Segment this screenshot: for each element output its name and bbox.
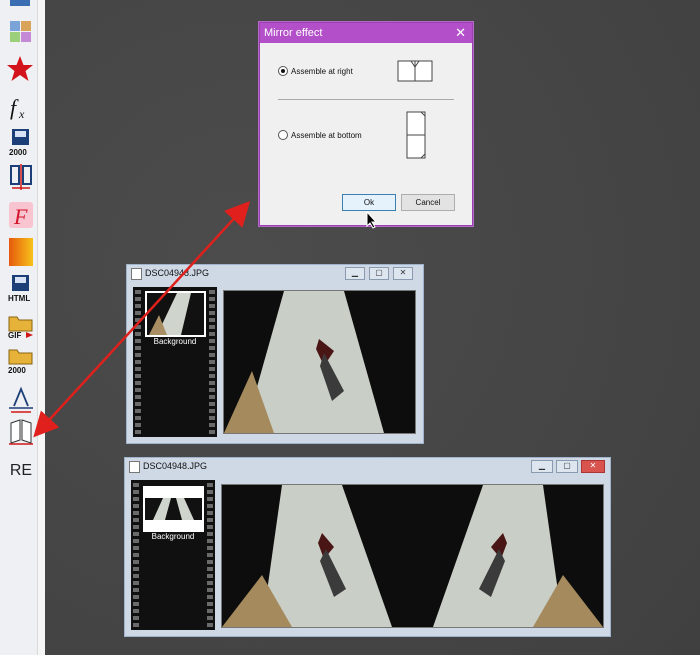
perspective-icon[interactable]: [6, 386, 36, 414]
svg-text:f: f: [10, 95, 19, 120]
maximize-button[interactable]: ▢: [369, 267, 389, 280]
layers-filmstrip: Background: [133, 287, 217, 437]
function-icon[interactable]: fx: [6, 93, 36, 121]
grid-icon[interactable]: [6, 19, 36, 47]
save-2000-icon[interactable]: 2000: [6, 128, 36, 156]
minimize-button[interactable]: ▁: [531, 460, 553, 473]
image-window-original: DSC04948.JPG ▁ ▢ ✕ Background: [126, 264, 424, 444]
image-canvas[interactable]: [223, 290, 416, 434]
cancel-button[interactable]: Cancel: [401, 194, 455, 211]
left-toolbar: fx 2000 F HTML GIF 2000 RE: [0, 0, 45, 655]
mirror-effect-dialog: Mirror effect ✕ Assemble at right Assemb…: [259, 22, 473, 226]
film-perforation: [133, 480, 139, 630]
dialog-title: Mirror effect: [264, 27, 323, 39]
save-html-icon[interactable]: HTML: [6, 274, 36, 302]
layer-thumbnail[interactable]: [143, 486, 204, 532]
assemble-right-radio[interactable]: Assemble at right: [278, 66, 353, 76]
toolbar-top-icon[interactable]: [6, 0, 36, 8]
save-html-label: HTML: [8, 294, 30, 302]
open-gif-icon[interactable]: GIF: [6, 311, 36, 339]
font-icon[interactable]: F: [6, 201, 36, 229]
close-button[interactable]: ✕: [581, 460, 605, 473]
radio-unselected-icon: [278, 130, 288, 140]
open-2000-icon[interactable]: 2000: [6, 346, 36, 374]
assemble-bottom-radio[interactable]: Assemble at bottom: [278, 130, 362, 140]
image-window-mirrored: DSC04948.JPG ▁ ▢ ✕ Background: [124, 457, 611, 637]
file-icon: [131, 268, 142, 280]
close-icon[interactable]: ✕: [455, 23, 466, 43]
window-title: DSC04948.JPG: [143, 461, 208, 471]
dialog-divider: [278, 99, 454, 100]
assemble-right-label: Assemble at right: [291, 66, 353, 76]
star-icon[interactable]: [6, 55, 36, 83]
toolbar-separator: [37, 0, 45, 655]
minimize-button[interactable]: ▁: [345, 267, 365, 280]
mouse-cursor-icon: [366, 210, 378, 234]
maximize-button[interactable]: ▢: [556, 460, 578, 473]
gif-label: GIF: [8, 331, 21, 339]
layers-filmstrip: Background: [131, 480, 215, 630]
window-titlebar[interactable]: DSC04948.JPG ▁ ▢ ✕: [125, 458, 610, 475]
image-canvas[interactable]: [221, 484, 604, 628]
svg-text:F: F: [13, 204, 28, 229]
layer-thumbnail[interactable]: [145, 291, 206, 337]
file-icon: [129, 461, 140, 473]
assemble-right-preview-icon: [397, 58, 435, 89]
film-perforation: [207, 480, 213, 630]
close-button[interactable]: ✕: [393, 267, 413, 280]
mirror-effect-icon[interactable]: [6, 418, 36, 446]
assemble-bottom-preview-icon: [405, 111, 429, 166]
window-title: DSC04948.JPG: [145, 268, 210, 278]
assemble-bottom-label: Assemble at bottom: [291, 130, 362, 140]
open-2000-label: 2000: [8, 366, 26, 374]
film-perforation: [135, 287, 141, 437]
layer-label: Background: [153, 337, 197, 346]
gradient-icon[interactable]: [6, 238, 36, 266]
mirror-icon[interactable]: [6, 163, 36, 191]
ok-button[interactable]: Ok: [342, 194, 396, 211]
svg-text:x: x: [18, 107, 25, 121]
film-perforation: [209, 287, 215, 437]
save-2000-label: 2000: [9, 148, 27, 156]
radio-selected-icon: [278, 66, 288, 76]
re-label[interactable]: RE: [6, 462, 36, 480]
layer-label: Background: [151, 532, 195, 541]
dialog-titlebar[interactable]: Mirror effect ✕: [260, 23, 472, 43]
window-titlebar[interactable]: DSC04948.JPG ▁ ▢ ✕: [127, 265, 423, 282]
